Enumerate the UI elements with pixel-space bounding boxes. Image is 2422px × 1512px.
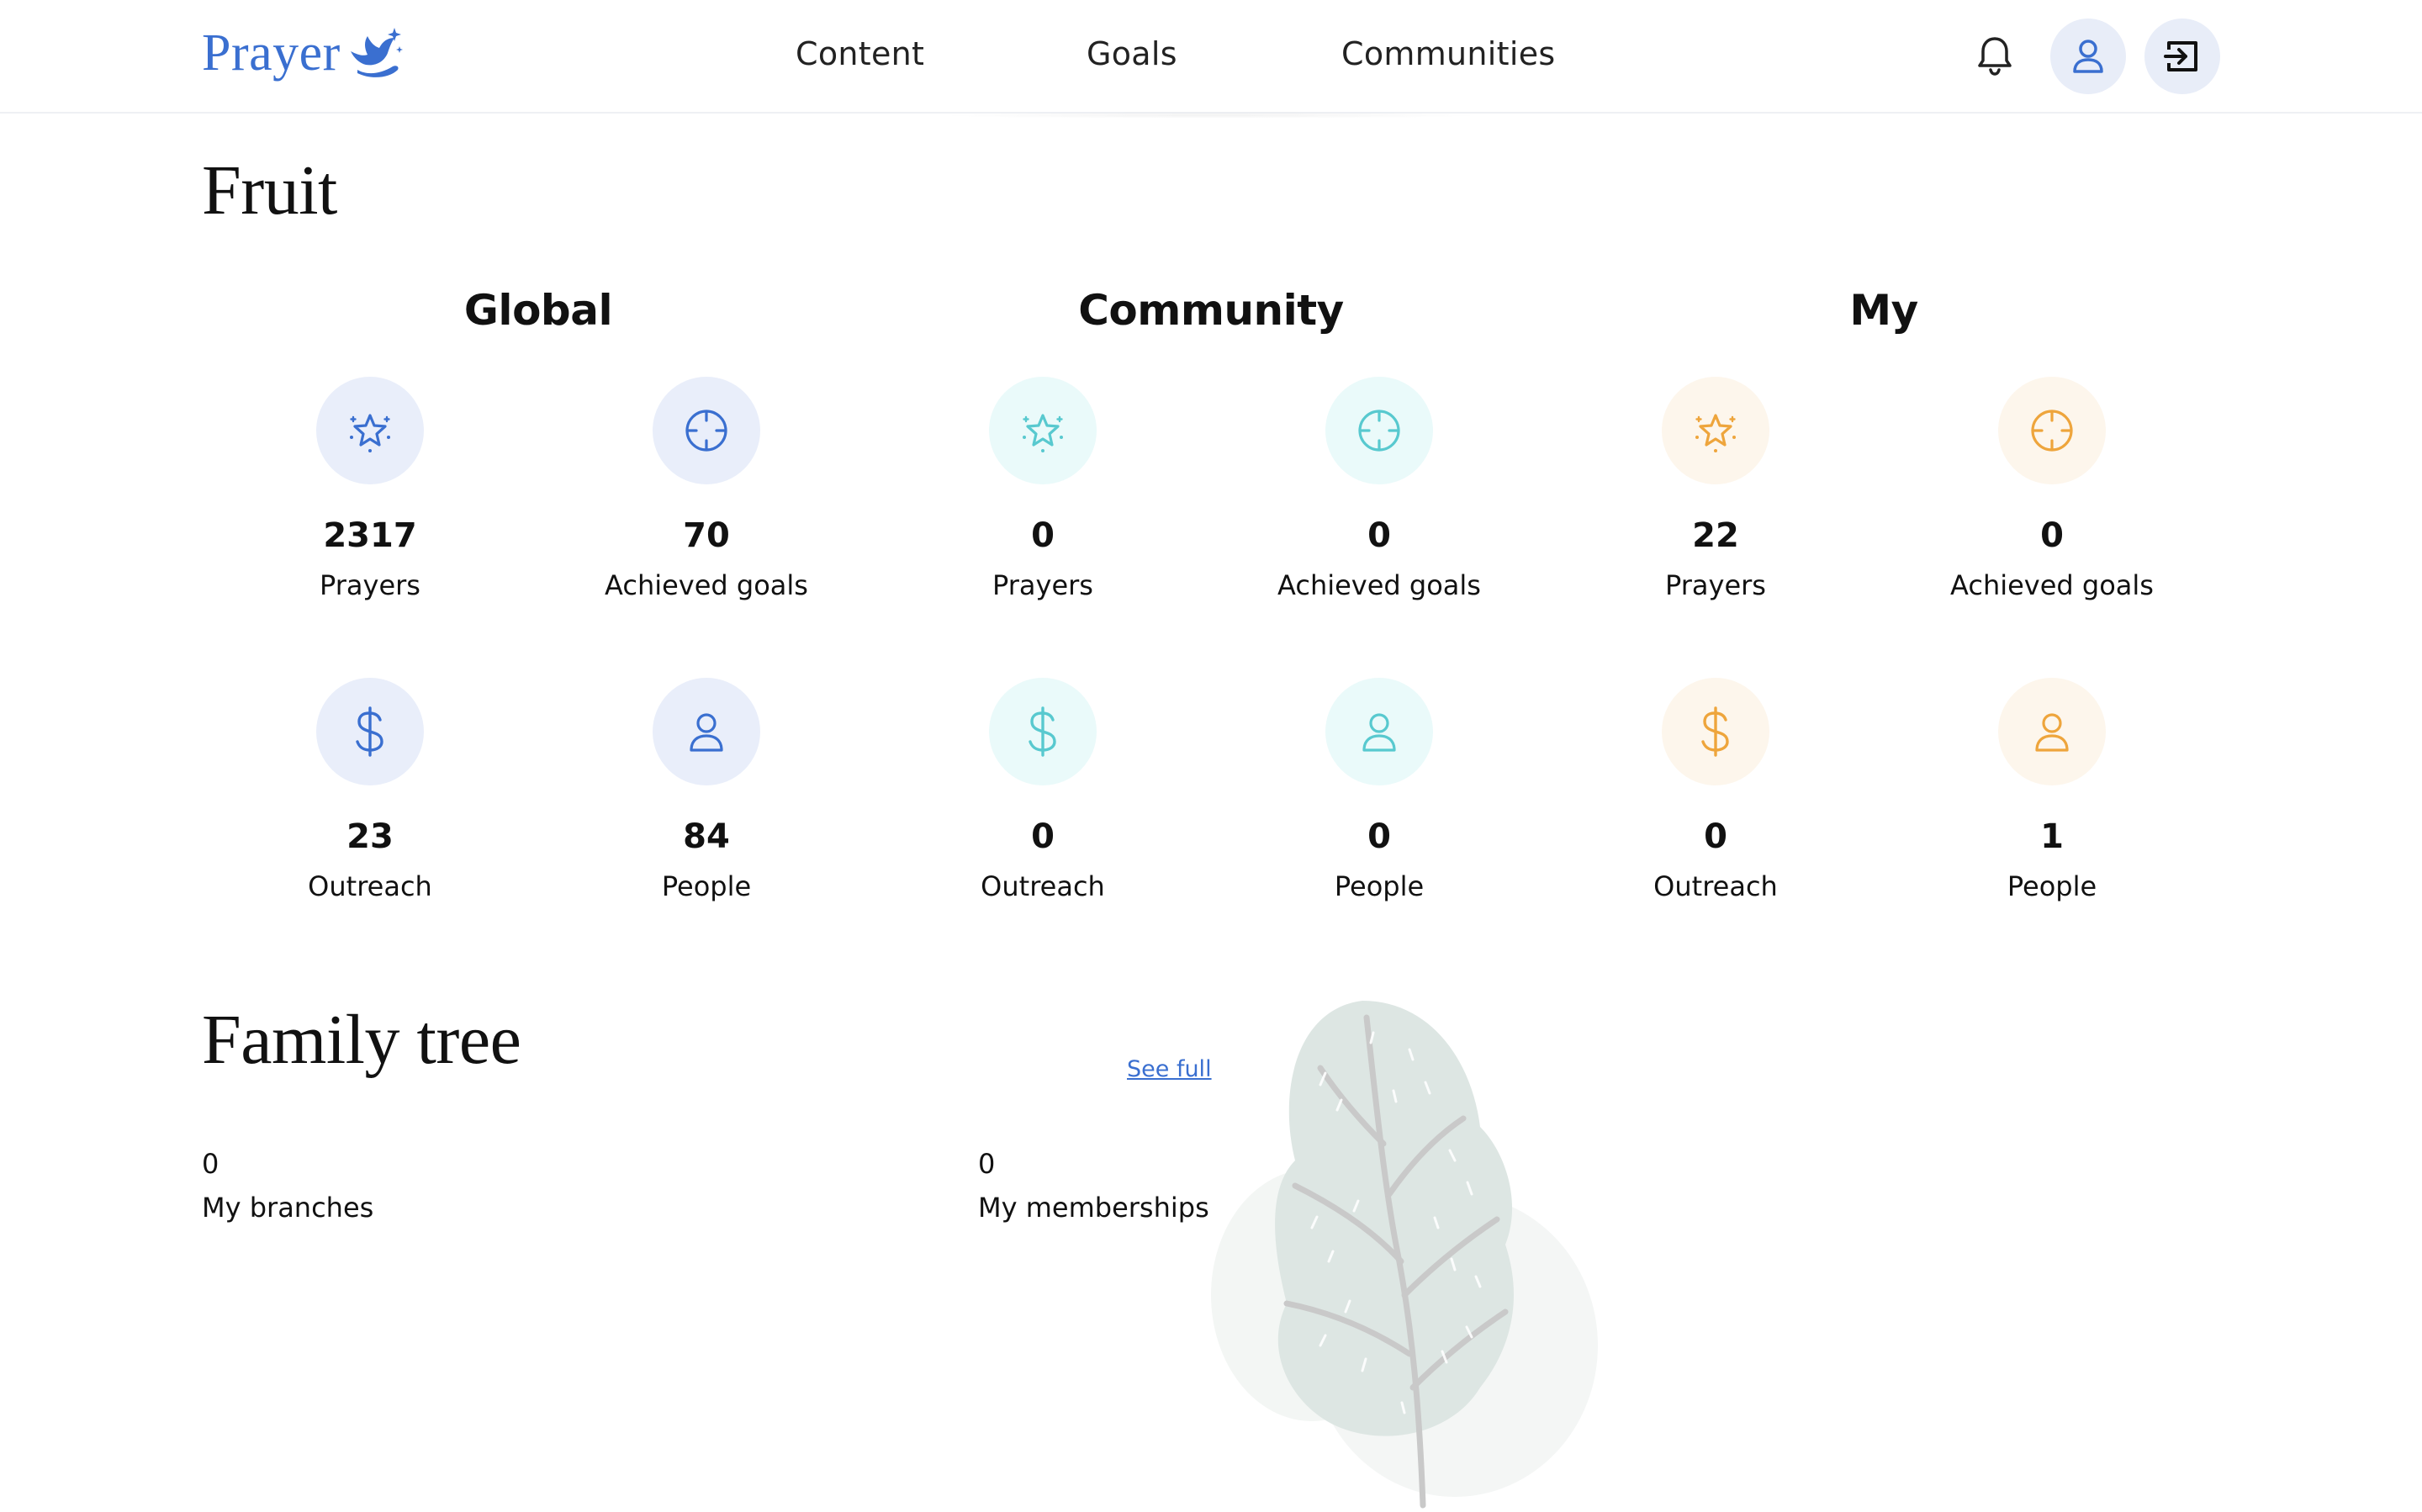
fruit-title: Fruit [202, 151, 337, 230]
branches-count: 0 [202, 1148, 219, 1180]
nav-content[interactable]: Content [796, 35, 924, 72]
stat-global-people: 84 People [538, 678, 875, 903]
stat-value: 2317 [323, 516, 417, 555]
stat-community-people: 0 People [1211, 678, 1547, 903]
stat-value: 84 [683, 817, 730, 856]
branches-label: My branches [202, 1192, 374, 1224]
dollar-icon [989, 678, 1097, 785]
nav-shadow [933, 112, 1489, 119]
stat-value: 23 [346, 817, 394, 856]
target-icon [1998, 377, 2106, 484]
stat-label: Achieved goals [1277, 569, 1481, 601]
my-branches: 0 My branches [202, 1142, 373, 1229]
my-memberships: 0 My memberships [978, 1142, 1209, 1229]
star-icon [1662, 377, 1769, 484]
nav-goals[interactable]: Goals [1087, 35, 1177, 72]
stat-my-people: 1 People [1884, 678, 2220, 903]
star-icon [989, 377, 1097, 484]
stat-community-achieved-goals: 0 Achieved goals [1211, 377, 1547, 602]
stat-value: 0 [2040, 516, 2064, 555]
column-title-global: Global [463, 286, 613, 335]
stat-value: 1 [2040, 817, 2064, 856]
stat-label: Outreach [981, 870, 1105, 902]
stat-label: Prayers [1665, 569, 1766, 601]
stat-label: Prayers [992, 569, 1093, 601]
stat-value: 0 [1031, 817, 1055, 856]
stat-value: 0 [1704, 817, 1727, 856]
target-icon [653, 377, 760, 484]
stat-value: 70 [683, 516, 730, 555]
dollar-icon [1662, 678, 1769, 785]
memberships-label: My memberships [978, 1192, 1209, 1224]
stat-label: Achieved goals [1950, 569, 2154, 601]
stat-global-outreach: 23 Outreach [202, 678, 538, 903]
logout-button[interactable] [2144, 19, 2220, 94]
stat-value: 0 [1367, 516, 1391, 555]
logout-icon [2164, 41, 2197, 71]
stat-global-achieved-goals: 70 Achieved goals [538, 377, 875, 602]
stat-my-achieved-goals: 0 Achieved goals [1884, 377, 2220, 602]
memberships-count: 0 [978, 1148, 996, 1180]
stat-community-prayers: 0 Prayers [875, 377, 1211, 602]
top-header: Prayer Content Goals Communities [0, 0, 2422, 114]
stat-global-prayers: 2317 Prayers [202, 377, 538, 602]
stat-label: Prayers [320, 569, 420, 601]
stat-my-outreach: 0 Outreach [1547, 678, 1884, 903]
column-title-community: Community [1078, 286, 1344, 335]
nav-communities[interactable]: Communities [1341, 35, 1555, 72]
dollar-icon [316, 678, 424, 785]
user-icon [2073, 40, 2103, 73]
stat-label: Achieved goals [605, 569, 808, 601]
person-icon [1998, 678, 2106, 785]
star-icon [316, 377, 424, 484]
bell-icon[interactable] [1975, 34, 2015, 77]
stat-label: People [2007, 870, 2097, 902]
target-icon [1325, 377, 1433, 484]
stat-my-prayers: 22 Prayers [1547, 377, 1884, 602]
stat-label: Outreach [308, 870, 432, 902]
profile-button[interactable] [2050, 19, 2126, 94]
person-icon [653, 678, 760, 785]
family-tree-title: Family tree [202, 1001, 521, 1079]
stat-community-outreach: 0 Outreach [875, 678, 1211, 903]
stat-value: 0 [1367, 817, 1391, 856]
stat-label: People [1334, 870, 1425, 902]
stat-label: Outreach [1653, 870, 1778, 902]
stat-label: People [661, 870, 752, 902]
column-title-my: My [1849, 286, 1918, 335]
see-full-link[interactable]: See full [1127, 1056, 1212, 1082]
person-icon [1325, 678, 1433, 785]
stat-value: 22 [1692, 516, 1739, 555]
stat-value: 0 [1031, 516, 1055, 555]
tree-illustration [1211, 1001, 1598, 1509]
